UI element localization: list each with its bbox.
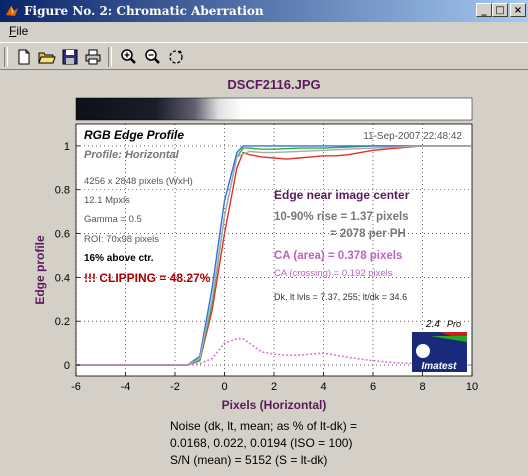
version-suffix: Pro xyxy=(447,319,461,329)
info-line: ROI: 70x98 pixels xyxy=(84,234,159,245)
ca-crossing: CA (crossing) = 0.192 pixels xyxy=(274,268,393,279)
title-bar: Figure No. 2: Chromatic Aberration _ □ × xyxy=(0,0,528,22)
figure-filename: DSCF2116.JPG xyxy=(227,77,320,92)
zoom-in-icon[interactable] xyxy=(118,47,138,67)
x-tick-label: -4 xyxy=(121,381,131,393)
x-tick-label: 6 xyxy=(370,381,376,393)
info-line: 12.1 Mpxls xyxy=(84,195,130,206)
noise-line-2: 0.0168, 0.022, 0.0194 (ISO = 100) xyxy=(170,436,352,450)
close-button[interactable]: × xyxy=(510,3,526,17)
y-tick-label: 1 xyxy=(64,141,70,153)
maximize-button[interactable]: □ xyxy=(492,3,508,17)
open-folder-icon[interactable] xyxy=(37,47,57,67)
rise-line-2: = 2078 per PH xyxy=(330,228,406,240)
noise-line-1: Noise (dk, lt, mean; as % of lt-dk) = xyxy=(170,419,357,433)
toolbar xyxy=(0,42,528,70)
edge-image-strip xyxy=(75,97,473,121)
y-tick-label: 0.4 xyxy=(55,272,70,284)
print-icon[interactable] xyxy=(83,47,103,67)
x-tick-label: 4 xyxy=(320,381,326,393)
new-file-icon[interactable] xyxy=(14,47,34,67)
rotate-icon[interactable] xyxy=(166,47,186,67)
ca-area: CA (area) = 0.378 pixels xyxy=(274,250,402,262)
x-tick-label: 8 xyxy=(419,381,425,393)
window-title: Figure No. 2: Chromatic Aberration xyxy=(24,4,264,18)
x-tick-label: -6 xyxy=(71,381,81,393)
x-tick-label: 0 xyxy=(221,381,227,393)
menu-bar: File xyxy=(0,22,528,40)
menu-file[interactable]: File xyxy=(9,24,28,38)
minimize-button[interactable]: _ xyxy=(476,3,492,17)
zoom-out-icon[interactable] xyxy=(142,47,162,67)
clipping-warning: !!! CLIPPING = 48.27% xyxy=(84,271,211,285)
levels-line: Dk, lt lvls = 7.37, 255; lt/dk = 34.6 xyxy=(274,292,407,302)
above-center-label: 16% above ctr. xyxy=(84,253,154,264)
edge-heading: Edge near image center xyxy=(274,188,410,202)
info-line: 4256 x 2848 pixels (WxH) xyxy=(84,176,193,187)
version-label: 2.4 xyxy=(425,319,440,330)
save-icon[interactable] xyxy=(60,47,80,67)
x-tick-label: 10 xyxy=(466,381,478,393)
timestamp: 11-Sep-2007 22:48:42 xyxy=(363,131,462,142)
figure-canvas: DSCF2116.JPG -6 -4 -2 0 2 4 6 8 10 0 0.2 0.4 0.6 0.8 1… xyxy=(33,77,478,467)
y-tick-label: 0.6 xyxy=(55,229,70,241)
x-tick-label: 2 xyxy=(271,381,277,393)
rise-line-1: 10-90% rise = 1.37 pixels xyxy=(274,211,409,223)
y-tick-label: 0.2 xyxy=(55,316,70,328)
imatest-logo: Imatest xyxy=(412,332,467,372)
info-line: Gamma = 0.5 xyxy=(84,214,142,225)
chart-title: RGB Edge Profile xyxy=(84,128,184,142)
x-axis-label: Pixels (Horizontal) xyxy=(222,398,327,412)
menu-file-rest: ile xyxy=(16,24,29,38)
y-tick-label: 0 xyxy=(64,360,70,372)
profile-label: Profile: Horizontal xyxy=(84,149,180,161)
logo-brand: Imatest xyxy=(421,361,457,372)
noise-line-3: S/N (mean) = 5152 (S = lt-dk) xyxy=(170,453,327,467)
toolbar-separator xyxy=(108,47,112,67)
matlab-app-icon xyxy=(6,6,18,16)
x-tick-label: -2 xyxy=(170,381,180,393)
y-axis-label: Edge profile xyxy=(33,235,47,305)
y-tick-label: 0.8 xyxy=(55,185,70,197)
toolbar-grip xyxy=(4,47,8,67)
